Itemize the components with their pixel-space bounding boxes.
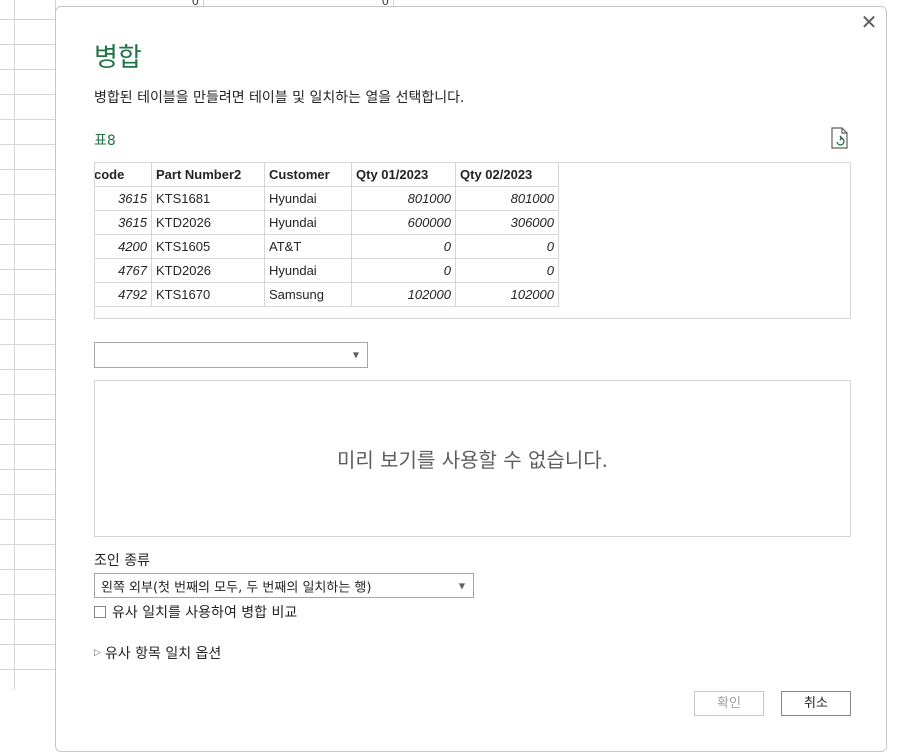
sheet-cell bbox=[0, 0, 56, 20]
table-cell: Samsung bbox=[264, 282, 352, 307]
table-cell: 801000 bbox=[455, 186, 559, 211]
table-cell: Hyundai bbox=[264, 186, 352, 211]
sheet-cell bbox=[0, 120, 56, 145]
fuzzy-match-checkbox[interactable] bbox=[94, 606, 106, 618]
sheet-cell bbox=[0, 220, 56, 245]
sheet-cell bbox=[0, 545, 56, 570]
sheet-cell bbox=[0, 45, 56, 70]
table-row: 4792 KTS1670 Samsung 102000 102000 bbox=[95, 282, 559, 307]
first-table-name: 표8 bbox=[94, 133, 116, 149]
chevron-right-icon: ▷ bbox=[94, 648, 101, 658]
table-row: 4200 KTS1605 AT&T 0 0 bbox=[95, 234, 559, 259]
sheet-cell bbox=[0, 520, 56, 545]
column-header[interactable]: Qty 02/2023 bbox=[455, 163, 559, 187]
table-cell: KTS1605 bbox=[151, 234, 265, 259]
join-kind-select[interactable]: 왼쪽 외부(첫 번째의 모두, 두 번째의 일치하는 행) ▼ bbox=[94, 573, 474, 598]
chevron-down-icon: ▼ bbox=[352, 350, 359, 360]
table-cell: 102000 bbox=[455, 282, 559, 307]
sheet-cell bbox=[0, 20, 56, 45]
sheet-cell bbox=[0, 420, 56, 445]
table-row: 4767 KTD2026 Hyundai 0 0 bbox=[95, 258, 559, 283]
sheet-cell bbox=[0, 95, 56, 120]
join-kind-label: 조인 종류 bbox=[94, 553, 150, 569]
cancel-button[interactable]: 취소 bbox=[781, 691, 851, 716]
table-cell: KTD2026 bbox=[151, 258, 265, 283]
sheet-cell bbox=[0, 345, 56, 370]
sheet-cell bbox=[0, 170, 56, 195]
sheet-cell bbox=[0, 320, 56, 345]
table-cell: Hyundai bbox=[264, 258, 352, 283]
column-header[interactable]: Customer bbox=[264, 163, 352, 187]
close-icon[interactable]: ✕ bbox=[859, 12, 879, 32]
table-cell: 4200 bbox=[95, 234, 152, 259]
sheet-cell bbox=[0, 295, 56, 320]
table-cell: 0 bbox=[351, 234, 456, 259]
sheet-cell bbox=[0, 620, 56, 645]
sheet-cell bbox=[0, 195, 56, 220]
first-table-preview: code Part Number2 Customer Qty 01/2023 Qty 0… bbox=[94, 162, 851, 319]
table-row: 3615 KTD2026 Hyundai 600000 306000 bbox=[95, 210, 559, 235]
document-refresh-icon[interactable] bbox=[830, 127, 850, 149]
table-cell: 801000 bbox=[351, 186, 456, 211]
merge-dialog: ✕ 병합 병합된 테이블을 만들려면 테이블 및 일치하는 열을 선택합니다. … bbox=[55, 6, 887, 752]
table-cell: AT&T bbox=[264, 234, 352, 259]
dialog-title: 병합 bbox=[94, 43, 142, 73]
fuzzy-options-label: 유사 항목 일치 옵션 bbox=[104, 646, 222, 662]
sheet-cell bbox=[0, 470, 56, 495]
sheet-cell bbox=[0, 570, 56, 595]
second-table-select[interactable]: ▼ bbox=[94, 342, 368, 368]
ok-button[interactable]: 확인 bbox=[694, 691, 764, 716]
sheet-cell bbox=[0, 70, 56, 95]
dialog-description: 병합된 테이블을 만들려면 테이블 및 일치하는 열을 선택합니다. bbox=[94, 90, 465, 106]
sheet-cell bbox=[0, 245, 56, 270]
table-cell: 600000 bbox=[351, 210, 456, 235]
table-cell: 3615 bbox=[95, 210, 152, 235]
table-cell: 4767 bbox=[95, 258, 152, 283]
sheet-cell bbox=[0, 645, 56, 670]
sheet-cell bbox=[0, 495, 56, 520]
table-cell: 0 bbox=[455, 234, 559, 259]
preview-unavailable-message: 미리 보기를 사용할 수 없습니다. bbox=[337, 448, 608, 472]
join-kind-value: 왼쪽 외부(첫 번째의 모두, 두 번째의 일치하는 행) bbox=[101, 580, 372, 595]
table-cell: Hyundai bbox=[264, 210, 352, 235]
fuzzy-match-label: 유사 일치를 사용하여 병합 비교 bbox=[112, 605, 298, 621]
column-header[interactable]: Qty 01/2023 bbox=[351, 163, 456, 187]
chevron-down-icon: ▼ bbox=[458, 581, 465, 590]
table-cell: KTD2026 bbox=[151, 210, 265, 235]
sheet-cell bbox=[0, 445, 56, 470]
sheet-cell bbox=[0, 595, 56, 620]
table-cell: 0 bbox=[455, 258, 559, 283]
fuzzy-options-toggle[interactable]: ▷ 유사 항목 일치 옵션 bbox=[94, 643, 221, 663]
fuzzy-match-checkbox-row[interactable]: 유사 일치를 사용하여 병합 비교 bbox=[94, 603, 297, 621]
table-cell: KTS1670 bbox=[151, 282, 265, 307]
table-cell: 102000 bbox=[351, 282, 456, 307]
table-cell: KTS1681 bbox=[151, 186, 265, 211]
table-cell: 3615 bbox=[95, 186, 152, 211]
sheet-cell bbox=[0, 270, 56, 295]
second-table-preview: 미리 보기를 사용할 수 없습니다. bbox=[94, 380, 851, 537]
sheet-cell bbox=[0, 395, 56, 420]
table-cell: 4792 bbox=[95, 282, 152, 307]
table-cell: 306000 bbox=[455, 210, 559, 235]
sheet-cell bbox=[0, 145, 56, 170]
sheet-cell bbox=[0, 370, 56, 395]
column-header[interactable]: code bbox=[95, 163, 152, 187]
table-cell: 0 bbox=[351, 258, 456, 283]
table-row: 3615 KTS1681 Hyundai 801000 801000 bbox=[95, 186, 559, 211]
column-header[interactable]: Part Number2 bbox=[151, 163, 265, 187]
